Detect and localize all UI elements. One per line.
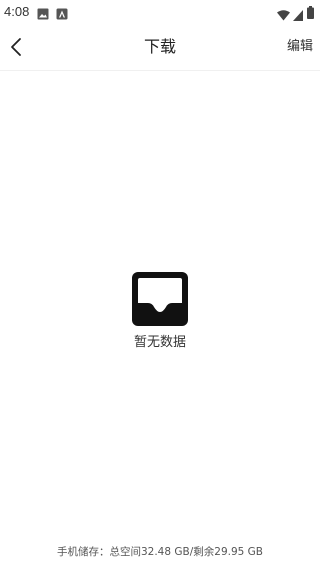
empty-state: 暂无数据 <box>0 272 320 352</box>
storage-info: 手机储存：总空间32.48 GB/剩余29.95 GB <box>56 546 263 558</box>
inbox-icon <box>132 272 188 326</box>
status-bar: 4:08 <box>0 0 320 24</box>
edit-button[interactable]: 编辑 <box>287 38 313 56</box>
nav-bar: 下载 编辑 <box>0 24 320 71</box>
android-icon <box>56 5 68 24</box>
page-title: 下载 <box>143 37 176 56</box>
status-time: 4:08 <box>4 4 30 19</box>
cellular-icon <box>293 6 303 25</box>
empty-message: 暂无数据 <box>133 335 186 350</box>
battery-icon <box>307 4 314 23</box>
image-icon <box>37 5 49 24</box>
wifi-icon <box>277 6 290 25</box>
